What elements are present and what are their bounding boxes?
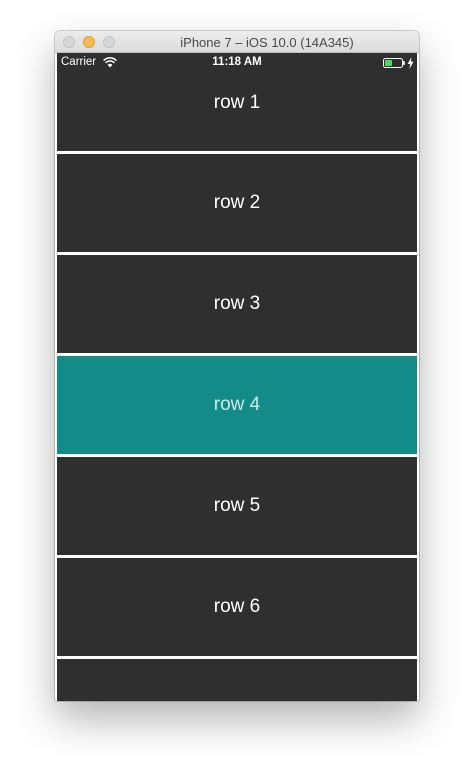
table-row[interactable]: row 5 — [57, 457, 417, 555]
status-bar: Carrier 11:18 AM — [57, 53, 417, 73]
battery-icon — [383, 58, 405, 68]
row-label: row 3 — [213, 293, 261, 314]
table-row[interactable]: row 2 — [57, 154, 417, 252]
minimize-window-button[interactable] — [83, 36, 95, 48]
window-title: iPhone 7 – iOS 10.0 (14A345) — [180, 35, 354, 50]
window-titlebar[interactable]: iPhone 7 – iOS 10.0 (14A345) — [55, 31, 419, 53]
row-label: row 6 — [213, 596, 261, 617]
simulator-window: iPhone 7 – iOS 10.0 (14A345) Carrier 11:… — [55, 31, 419, 701]
table-row[interactable]: row 3 — [57, 255, 417, 353]
row-label: row 1 — [213, 92, 261, 113]
row-label: row 5 — [213, 495, 261, 516]
close-window-button[interactable] — [63, 36, 75, 48]
row-label: row 2 — [213, 192, 261, 213]
charging-bolt-icon — [407, 57, 414, 69]
row-label: row 4 — [213, 394, 261, 415]
table-row[interactable]: row 6 — [57, 558, 417, 656]
zoom-window-button[interactable] — [103, 36, 115, 48]
table-row[interactable] — [57, 659, 417, 701]
status-time: 11:18 AM — [212, 56, 262, 68]
device-screen: Carrier 11:18 AM row 1 row 2 row 3 row 4… — [57, 53, 417, 701]
table-row-selected[interactable]: row 4 — [57, 356, 417, 454]
